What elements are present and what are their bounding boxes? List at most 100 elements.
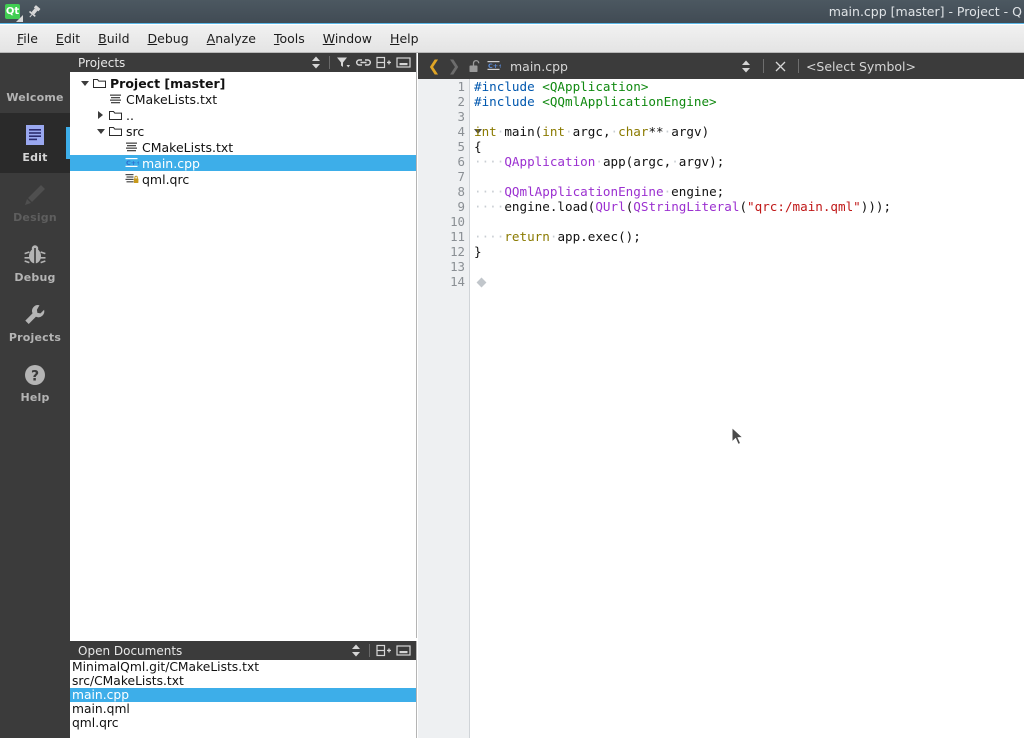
qt-logo-icon: Qt [5, 4, 20, 19]
menu-help[interactable]: Help [381, 28, 428, 49]
sort-arrows-icon[interactable] [346, 642, 366, 659]
code-line[interactable]: ····engine.load(QUrl(QStringLiteral("qrc… [474, 199, 1024, 214]
code-line[interactable] [474, 169, 1024, 184]
tree-item-src-cmakelists[interactable]: CMakeLists.txt [70, 139, 416, 155]
grid-icon [22, 62, 48, 88]
link-chain-icon[interactable] [353, 54, 373, 71]
menu-bar: File Edit Build Debug Analyze Tools Wind… [0, 25, 1024, 53]
menu-edit[interactable]: Edit [47, 28, 89, 49]
list-item[interactable]: main.qml [70, 702, 416, 716]
chevron-left-icon: ❮ [427, 56, 441, 75]
split-add-icon[interactable] [373, 54, 393, 71]
mode-debug[interactable]: Debug [0, 233, 70, 293]
textfile-icon [123, 139, 140, 155]
menu-analyze[interactable]: Analyze [198, 28, 265, 49]
twisty-down-icon[interactable] [78, 75, 91, 91]
nav-forward-button[interactable]: ❯ [444, 56, 464, 76]
list-item[interactable]: src/CMakeLists.txt [70, 674, 416, 688]
line-number: 4 [457, 124, 465, 139]
tree-item-src-folder[interactable]: src [70, 123, 416, 139]
menu-debug[interactable]: Debug [139, 28, 198, 49]
lock-toggle-button[interactable] [464, 56, 484, 76]
pencil-icon [22, 182, 48, 208]
filter-funnel-icon[interactable] [333, 54, 353, 71]
collapse-icon[interactable] [393, 642, 413, 659]
twisty-right-icon[interactable] [94, 107, 107, 123]
mode-help-label: Help [20, 391, 50, 404]
qrc-file-icon [123, 171, 140, 187]
svg-text:?: ? [31, 369, 39, 385]
tree-item-main-cpp[interactable]: C++ main.cpp [70, 155, 416, 171]
line-number: 11 [450, 229, 465, 244]
mode-selector-bar: Welcome Edit Design Debug Projects ? Hel… [0, 53, 70, 738]
tree-item-qml-qrc[interactable]: qml.qrc [70, 171, 416, 187]
twisty-down-icon[interactable] [94, 123, 107, 139]
line-number: 6 [457, 154, 465, 169]
code-line[interactable]: int·main(int·argc,·char**·argv) [474, 124, 1024, 139]
tree-item-src-cmakelists-label: CMakeLists.txt [142, 139, 234, 155]
project-tree[interactable]: Project [master] CMakeLists.txt .. src C… [70, 72, 416, 187]
code-line[interactable] [474, 109, 1024, 124]
mode-welcome-label: Welcome [6, 91, 64, 104]
folder-icon [91, 75, 108, 91]
tree-item-parent-dir-label: .. [126, 107, 134, 123]
code-line[interactable]: { [474, 139, 1024, 154]
code-line[interactable]: } [474, 244, 1024, 259]
file-dropdown-button[interactable] [736, 58, 756, 75]
tree-item-project[interactable]: Project [master] [70, 75, 416, 91]
menu-tools[interactable]: Tools [265, 28, 314, 49]
mode-projects-label: Projects [8, 331, 62, 344]
code-line[interactable]: ····QApplication·app(argc,·argv); [474, 154, 1024, 169]
close-x-icon[interactable] [771, 58, 791, 75]
menu-window[interactable]: Window [314, 28, 381, 49]
list-item[interactable]: MinimalQml.git/CMakeLists.txt [70, 660, 416, 674]
menu-build[interactable]: Build [89, 28, 138, 49]
menu-file[interactable]: File [8, 28, 47, 49]
symbol-selector[interactable]: <Select Symbol> [806, 59, 916, 74]
folder-icon [107, 107, 124, 123]
mode-help[interactable]: ? Help [0, 353, 70, 413]
list-item[interactable]: qml.qrc [70, 716, 416, 730]
folder-icon [107, 123, 124, 139]
sort-arrows-icon[interactable] [306, 54, 326, 71]
tree-item-root-cmakelists[interactable]: CMakeLists.txt [70, 91, 416, 107]
file-type-button[interactable]: C++ [484, 56, 504, 76]
projects-panel-header: Projects [70, 53, 416, 72]
editor-filename[interactable]: main.cpp [510, 59, 568, 74]
line-number-gutter: 1 2 3 4 5 6 7 8 9 10 11 12 13 14 [418, 79, 470, 738]
open-documents-list[interactable]: MinimalQml.git/CMakeLists.txt src/CMakeL… [70, 660, 416, 730]
code-line[interactable]: #include <QQmlApplicationEngine> [474, 94, 1024, 109]
nav-back-button[interactable]: ❮ [424, 56, 444, 76]
code-line[interactable] [474, 214, 1024, 229]
code-line[interactable]: ····return·app.exec(); [474, 229, 1024, 244]
code-line[interactable]: ····QQmlApplicationEngine·engine; [474, 184, 1024, 199]
mode-projects[interactable]: Projects [0, 293, 70, 353]
mode-edit[interactable]: Edit [0, 113, 70, 173]
code-editor[interactable]: 1 2 3 4 5 6 7 8 9 10 11 12 13 14 #includ… [418, 79, 1024, 738]
line-number: 14 [450, 274, 465, 289]
mode-welcome[interactable]: Welcome [0, 53, 70, 113]
title-bar-icons: Qt [0, 4, 42, 20]
tree-item-main-cpp-label: main.cpp [142, 155, 200, 171]
svg-text:C++: C++ [488, 62, 501, 70]
code-line[interactable]: #include <QApplication> [474, 79, 1024, 94]
list-item[interactable]: main.cpp [70, 688, 416, 702]
mode-debug-label: Debug [14, 271, 56, 284]
tree-item-src-folder-label: src [126, 123, 145, 139]
title-bar: Qt main.cpp [master] - Project - Q [0, 0, 1024, 24]
tree-item-root-cmakelists-label: CMakeLists.txt [126, 91, 218, 107]
collapse-icon[interactable] [393, 54, 413, 71]
line-number: 3 [457, 109, 465, 124]
tree-item-parent-dir[interactable]: .. [70, 107, 416, 123]
mode-design-label: Design [13, 211, 57, 224]
menu-debug-rest: ebug [157, 31, 189, 46]
code-lines[interactable]: #include <QApplication> #include <QQmlApp… [474, 79, 1024, 289]
toolbar-separator [762, 59, 764, 73]
line-number: 2 [457, 94, 465, 109]
code-line[interactable] [474, 259, 1024, 274]
menu-edit-rest: dit [63, 31, 81, 46]
pin-icon[interactable] [26, 4, 42, 20]
split-add-icon[interactable] [373, 642, 393, 659]
cpp-file-icon: C++ [123, 155, 140, 171]
code-line[interactable] [474, 274, 1024, 289]
